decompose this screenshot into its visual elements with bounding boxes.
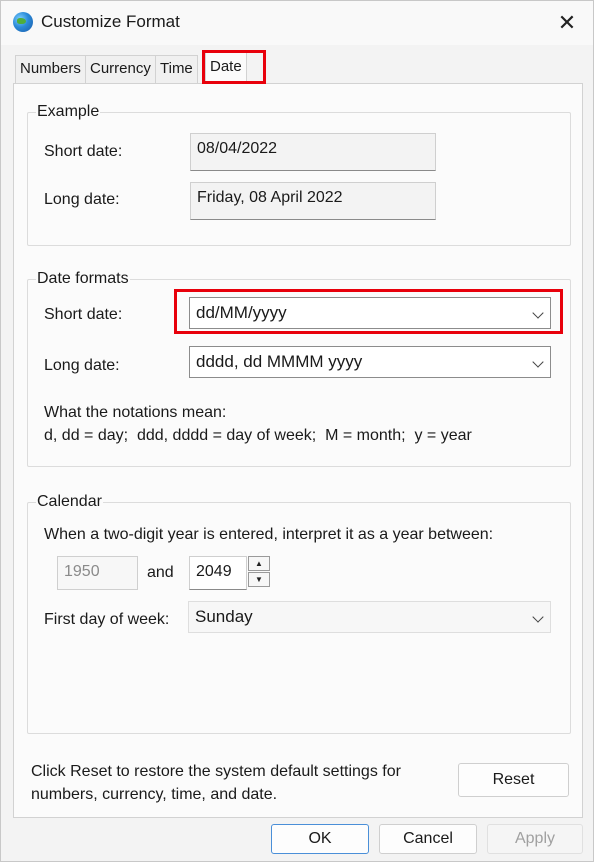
- two-digit-year-text: When a two-digit year is entered, interp…: [44, 526, 494, 543]
- tab-currency[interactable]: Currency: [85, 55, 156, 83]
- globe-icon: [13, 12, 33, 32]
- calendar-group: Calendar When a two-digit year is entere…: [27, 493, 571, 734]
- long-date-format-label: Long date:: [44, 357, 120, 374]
- first-day-combo[interactable]: Sunday: [188, 601, 551, 633]
- arrow-up-icon: ▲: [255, 559, 263, 568]
- long-date-format-combo[interactable]: dddd, dd MMMM yyyy: [189, 346, 551, 378]
- year-from-field: 1950: [57, 556, 138, 590]
- customize-format-dialog: Customize Format ✕ Numbers Currency Time…: [0, 0, 594, 862]
- close-button[interactable]: ✕: [547, 5, 587, 41]
- year-to-field[interactable]: 2049: [189, 556, 247, 590]
- close-icon: ✕: [557, 10, 577, 35]
- spin-up-button[interactable]: ▲: [248, 556, 270, 571]
- title-bar: Customize Format ✕: [1, 1, 593, 45]
- chevron-down-icon: [532, 611, 544, 623]
- ok-button[interactable]: OK: [271, 824, 369, 854]
- and-label: and: [147, 564, 174, 581]
- short-date-format-label: Short date:: [44, 306, 123, 323]
- spin-down-button[interactable]: ▼: [248, 572, 270, 587]
- first-day-label: First day of week:: [44, 611, 170, 628]
- tab-numbers[interactable]: Numbers: [15, 55, 86, 83]
- example-short-label: Short date:: [44, 143, 123, 160]
- date-formats-group-title: Date formats: [36, 270, 130, 288]
- chevron-down-icon: [532, 356, 544, 368]
- tab-time[interactable]: Time: [155, 55, 198, 83]
- window-title: Customize Format: [41, 12, 180, 31]
- date-tab-highlight: [202, 50, 266, 84]
- example-long-label: Long date:: [44, 191, 120, 208]
- date-tab-panel: Example Short date: 08/04/2022 Long date…: [13, 83, 583, 818]
- first-day-value: Sunday: [195, 607, 253, 626]
- short-date-highlight: [174, 289, 563, 334]
- example-group: Example Short date: 08/04/2022 Long date…: [27, 103, 571, 246]
- apply-button[interactable]: Apply: [487, 824, 583, 854]
- long-date-format-value: dddd, dd MMMM yyyy: [196, 352, 363, 371]
- notation-title: What the notations mean:: [44, 404, 227, 421]
- reset-text-line2: numbers, currency, time, and date.: [31, 786, 278, 803]
- arrow-down-icon: ▼: [255, 575, 263, 584]
- calendar-group-title: Calendar: [36, 493, 103, 511]
- example-long-value: Friday, 08 April 2022: [190, 182, 436, 220]
- notation-text: d, dd = day; ddd, dddd = day of week; M …: [44, 427, 472, 444]
- reset-button[interactable]: Reset: [458, 763, 569, 797]
- example-short-value: 08/04/2022: [190, 133, 436, 171]
- example-group-title: Example: [36, 103, 101, 121]
- cancel-button[interactable]: Cancel: [379, 824, 477, 854]
- reset-text-line1: Click Reset to restore the system defaul…: [31, 763, 401, 780]
